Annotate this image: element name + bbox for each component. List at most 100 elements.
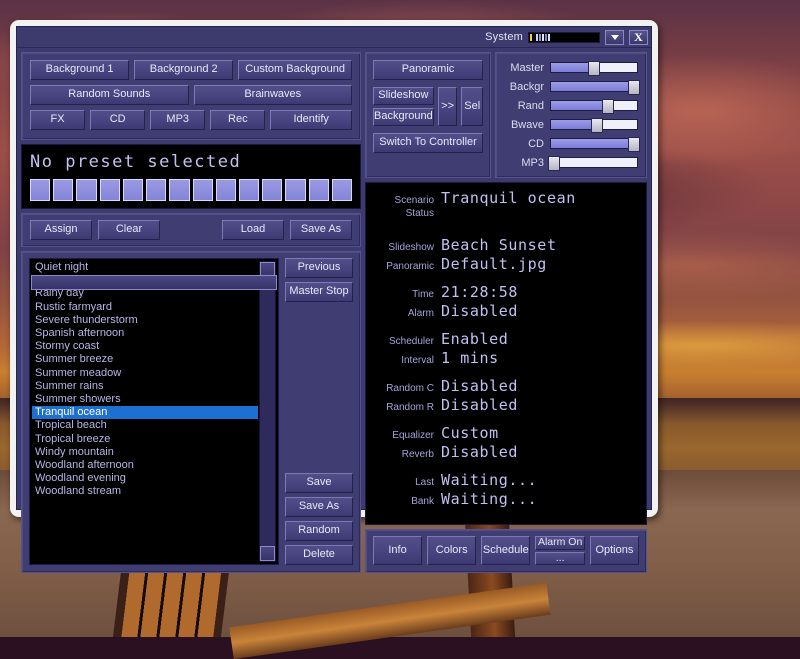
scrollbar-thumb[interactable] [31,275,277,290]
delete-button[interactable]: Delete [285,545,353,565]
preset-slot-3[interactable] [76,179,96,201]
background-2-button[interactable]: Background 2 [134,60,233,80]
list-item[interactable]: Quiet night [32,261,258,274]
sounds-button-row: Random Sounds Brainwaves [30,85,352,105]
info-row: ReverbDisabled [372,443,638,462]
cd-button[interactable]: CD [90,110,145,130]
list-item[interactable]: Summer rains [32,380,258,393]
preset-slot-8[interactable] [193,179,213,201]
slider-bwave[interactable] [550,119,638,130]
slider-knob[interactable] [628,80,640,95]
info-value: Waiting... [441,471,537,489]
preset-slot-7[interactable] [169,179,189,201]
slider-row-mp3: MP3 [500,155,638,170]
preset-slot-5[interactable] [123,179,143,201]
list-item[interactable]: Severe thunderstorm [32,314,258,327]
preset-display-panel: No preset selected [21,144,361,209]
preset-slot-11[interactable] [262,179,282,201]
volume-slider-panel: MasterBackgrRandBwaveCDMP3 [495,52,647,178]
brainwaves-button[interactable]: Brainwaves [194,85,353,105]
list-item[interactable]: Tranquil ocean [32,406,258,419]
info-row: ScenarioTranquil ocean [372,189,638,208]
options-button[interactable]: Options [590,536,639,565]
list-item[interactable]: Rustic farmyard [32,301,258,314]
preset-slot-13[interactable] [309,179,329,201]
slider-rand[interactable] [550,100,638,111]
info-group: SchedulerEnabledInterval1 mins [372,330,638,368]
info-key: Random C [372,383,434,394]
list-item[interactable]: Stormy coast [32,340,258,353]
slider-knob[interactable] [602,99,614,114]
panoramic-button[interactable]: Panoramic [373,60,483,80]
info-group: Time21:28:58AlarmDisabled [372,283,638,321]
colors-button[interactable]: Colors [427,536,476,565]
background-1-button[interactable]: Background 1 [30,60,129,80]
application-window: System X Background 1 [10,20,658,517]
alarm-on-button[interactable]: Alarm On [535,536,584,550]
switch-to-controller-button[interactable]: Switch To Controller [373,133,483,153]
rec-button[interactable]: Rec [210,110,265,130]
master-stop-button[interactable]: Master Stop [285,282,353,302]
preset-slot-2[interactable] [53,179,73,201]
preset-slot-10[interactable] [239,179,259,201]
list-save-as-button[interactable]: Save As [285,497,353,517]
slider-label-cd: CD [500,138,544,150]
slider-cd[interactable] [550,138,638,149]
slideshow-button[interactable]: Slideshow [373,87,434,105]
assign-button[interactable]: Assign [30,220,92,240]
identify-button[interactable]: Identify [270,110,352,130]
load-button[interactable]: Load [222,220,284,240]
top-right-row: Panoramic Slideshow Background >> Sel Sw… [365,52,647,178]
slider-row-rand: Rand [500,98,638,113]
list-item[interactable]: Summer showers [32,393,258,406]
slider-backgr[interactable] [550,81,638,92]
list-item[interactable]: Summer breeze [32,353,258,366]
list-item[interactable]: Woodland evening [32,472,258,485]
save-as-button[interactable]: Save As [290,220,352,240]
slider-knob[interactable] [591,118,603,133]
slider-knob[interactable] [548,156,560,171]
sel-button[interactable]: Sel [461,87,483,126]
slider-label-master: Master [500,62,544,74]
custom-background-button[interactable]: Custom Background [238,60,352,80]
info-row: Interval1 mins [372,349,638,368]
list-item[interactable]: Tropical beach [32,419,258,432]
alarm-more-button[interactable]: ... [535,552,584,566]
slider-knob[interactable] [628,137,640,152]
preset-slot-1[interactable] [30,179,50,201]
slider-knob[interactable] [588,61,600,76]
list-scrollbar[interactable] [259,261,276,562]
preset-slot-9[interactable] [216,179,236,201]
schedule-button[interactable]: Schedule [481,536,530,565]
preset-slot-6[interactable] [146,179,166,201]
next-button[interactable]: >> [438,87,458,126]
list-item[interactable]: Tropical breeze [32,433,258,446]
info-value: 21:28:58 [441,283,518,301]
list-item[interactable]: Spanish afternoon [32,327,258,340]
fx-button[interactable]: FX [30,110,85,130]
preset-slot-12[interactable] [285,179,305,201]
scenario-listbox[interactable]: Quiet nightRainforestRainy dayRustic far… [29,258,279,565]
previous-button[interactable]: Previous [285,258,353,278]
save-button[interactable]: Save [285,473,353,493]
mp3-button[interactable]: MP3 [150,110,205,130]
scroll-down-arrow[interactable] [260,546,275,561]
list-item[interactable]: Woodland stream [32,485,258,498]
preset-slot-14[interactable] [332,179,352,201]
random-sounds-button[interactable]: Random Sounds [30,85,189,105]
slider-row-cd: CD [500,136,638,151]
list-item[interactable]: Summer meadow [32,367,258,380]
list-item[interactable]: Woodland afternoon [32,459,258,472]
slider-master[interactable] [550,62,638,73]
right-column: Panoramic Slideshow Background >> Sel Sw… [365,52,647,573]
background-button[interactable]: Background [373,108,434,126]
slider-mp3[interactable] [550,157,638,168]
preset-slot-4[interactable] [100,179,120,201]
slider-label-rand: Rand [500,100,544,112]
minimize-button[interactable] [605,30,624,45]
clear-button[interactable]: Clear [98,220,160,240]
info-button[interactable]: Info [373,536,422,565]
random-button[interactable]: Random [285,521,353,541]
list-item[interactable]: Windy mountain [32,446,258,459]
close-button[interactable]: X [629,30,648,45]
